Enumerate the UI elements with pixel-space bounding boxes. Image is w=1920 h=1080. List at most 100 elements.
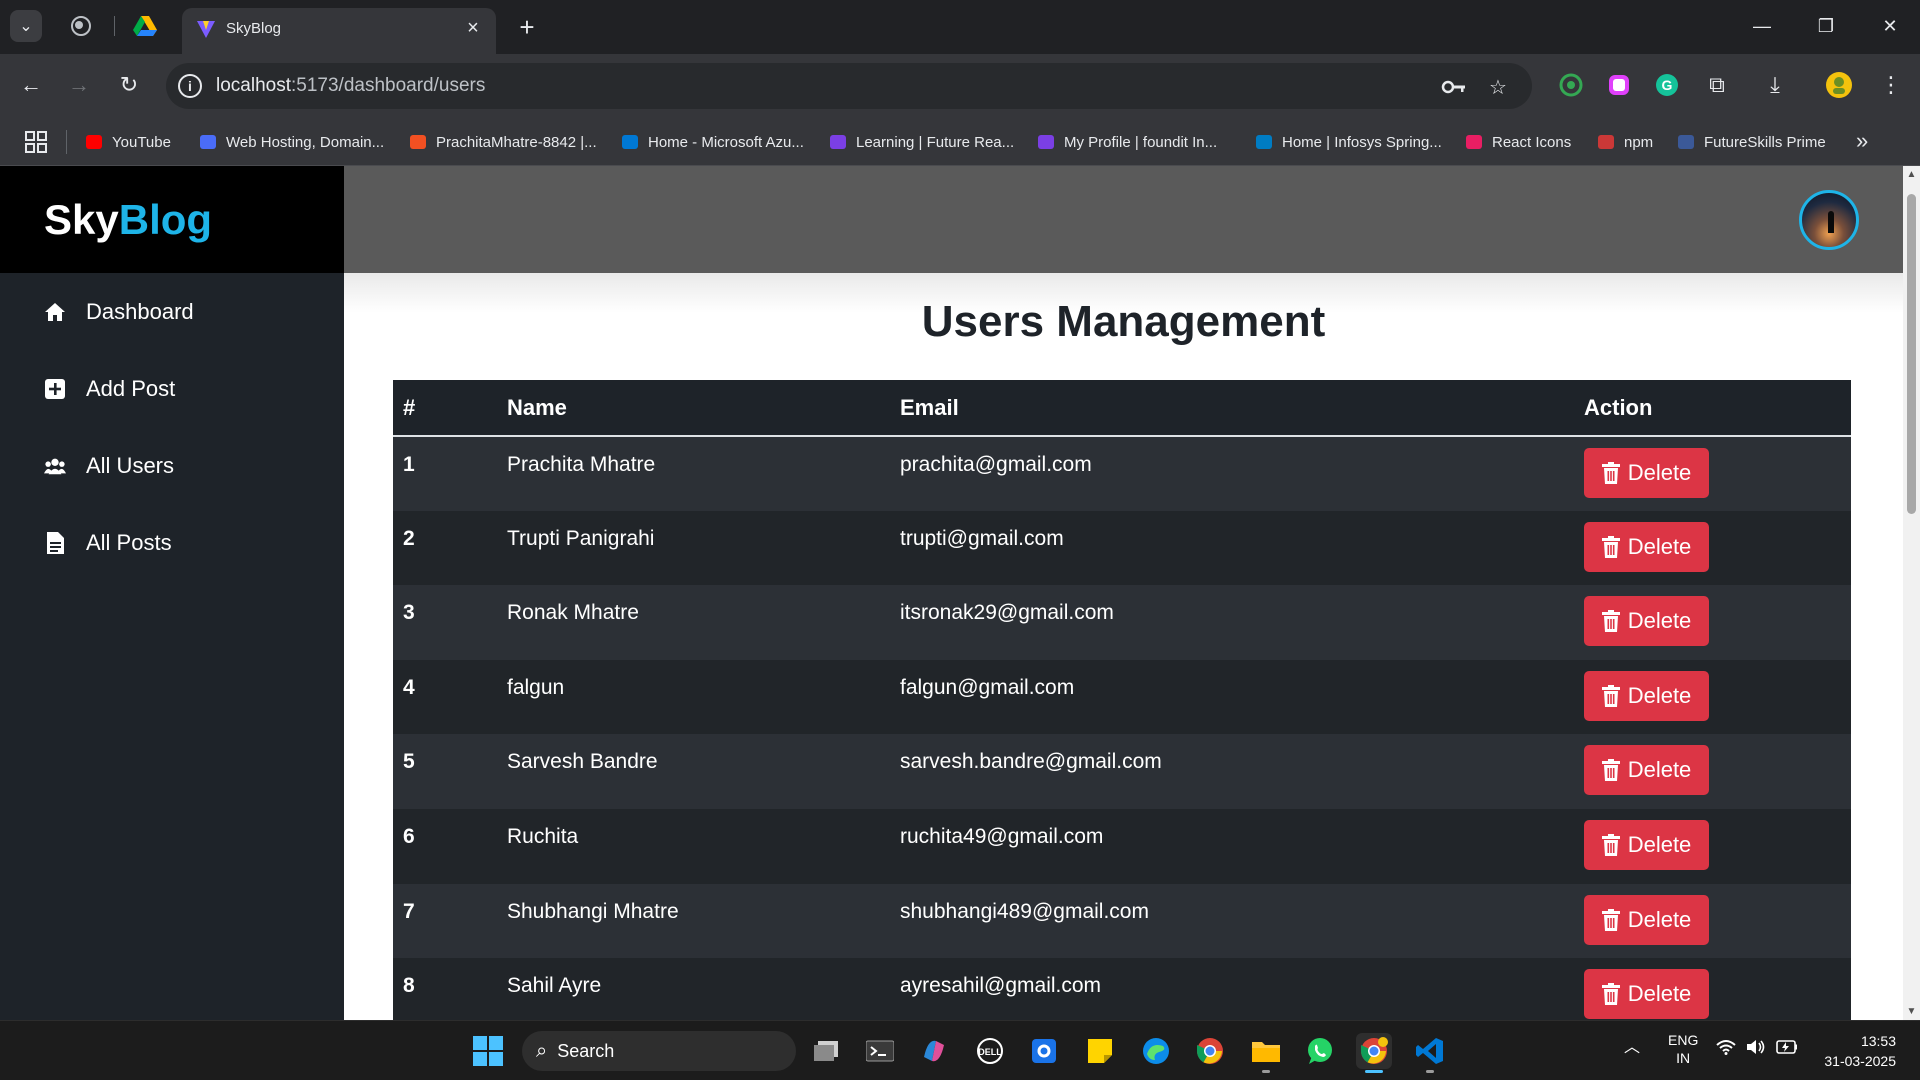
bookmark-item[interactable]: Home | Infosys Spring...: [1254, 130, 1442, 154]
action-cell: Delete: [1574, 883, 1851, 959]
bookmark-label: Home | Infosys Spring...: [1282, 133, 1442, 151]
bookmark-item[interactable]: Web Hosting, Domain...: [198, 130, 384, 154]
bookmark-label: React Icons: [1492, 133, 1572, 151]
file-explorer-icon[interactable]: [1248, 1033, 1284, 1073]
windows-start-icon[interactable]: [470, 1033, 506, 1069]
delete-user-button[interactable]: Delete: [1584, 596, 1709, 647]
tab-search-chevron-icon[interactable]: ⌄: [10, 10, 42, 42]
profile-avatar-icon[interactable]: [1824, 70, 1854, 100]
delete-user-button[interactable]: Delete: [1584, 894, 1709, 945]
delete-user-button[interactable]: Delete: [1584, 448, 1709, 498]
dell-icon[interactable]: DELL: [972, 1033, 1008, 1069]
sidebar-item-add-post[interactable]: Add Post: [44, 369, 324, 409]
tray-chevron-up-icon[interactable]: ︿: [1624, 1033, 1640, 1057]
user-avatar[interactable]: [1799, 190, 1859, 250]
search-icon: ⌕: [536, 1039, 548, 1062]
task-view-icon[interactable]: [808, 1033, 844, 1069]
extension-target-icon[interactable]: [1556, 70, 1586, 100]
bookmark-item[interactable]: Home - Microsoft Azu...: [620, 130, 804, 154]
site-info-icon[interactable]: i: [178, 74, 202, 98]
pinned-tab-globe-icon[interactable]: [68, 13, 94, 39]
restore-icon[interactable]: ❐: [1798, 6, 1854, 46]
close-window-icon[interactable]: ✕: [1862, 6, 1918, 46]
new-tab-plus-icon[interactable]: +: [512, 12, 542, 42]
bookmark-label: Home - Microsoft Azu...: [648, 133, 804, 151]
page-scrollbar[interactable]: ▲ ▼: [1903, 166, 1920, 1020]
tab-close-icon[interactable]: ×: [460, 15, 486, 41]
wifi-icon[interactable]: [1716, 1039, 1736, 1058]
vscode-icon[interactable]: [1412, 1033, 1448, 1073]
delete-user-button[interactable]: Delete: [1584, 521, 1709, 572]
sidebar-item-all-posts[interactable]: All Posts: [44, 523, 324, 563]
region-code: IN: [1676, 1050, 1691, 1066]
back-arrow-icon[interactable]: ←: [14, 68, 48, 102]
windows-taskbar: ⌕ Search DELL ︿ ENG IN 13:53 31-03-2025: [0, 1020, 1920, 1080]
bookmarks-bar: YouTube Web Hosting, Domain... PrachitaMha…: [0, 118, 1920, 166]
scroll-down-arrow-icon[interactable]: ▼: [1906, 1006, 1917, 1017]
apps-grid-icon[interactable]: [24, 130, 48, 154]
trash-icon: [1601, 535, 1620, 558]
clock-date: 31-03-2025: [1824, 1053, 1896, 1069]
language-indicator[interactable]: ENG IN: [1668, 1031, 1698, 1067]
bookmark-star-icon[interactable]: ☆: [1484, 73, 1512, 101]
tab-skyblog[interactable]: SkyBlog ×: [182, 8, 496, 54]
scrollbar-thumb[interactable]: [1907, 194, 1916, 514]
row-number: 2: [393, 510, 497, 586]
delete-user-button[interactable]: Delete: [1584, 819, 1709, 870]
edge-icon[interactable]: [1138, 1033, 1174, 1069]
delete-label: Delete: [1627, 533, 1692, 559]
futureskills-icon: [1676, 132, 1696, 152]
row-number: 7: [393, 883, 497, 959]
terminal-icon[interactable]: [862, 1033, 898, 1069]
delete-user-button[interactable]: Delete: [1584, 745, 1709, 796]
chrome-icon[interactable]: [1192, 1033, 1228, 1069]
bookmark-label: FutureSkills Prime: [1704, 133, 1826, 151]
bookmark-item[interactable]: FutureSkills Prime: [1676, 130, 1826, 154]
taskbar-clock[interactable]: 13:53 31-03-2025: [1824, 1031, 1896, 1071]
settings-app-icon[interactable]: [1026, 1033, 1062, 1069]
bookmark-item[interactable]: React Icons: [1464, 130, 1571, 154]
reload-icon[interactable]: ↻: [112, 68, 146, 102]
user-email: sarvesh.bandre@gmail.com: [890, 734, 1574, 809]
extension-colorful-icon[interactable]: [1604, 70, 1634, 100]
main-content: Users Management # Name Email Action 1 Pr…: [344, 273, 1903, 1020]
row-number: 1: [393, 436, 497, 511]
bookmark-item[interactable]: npm: [1596, 130, 1653, 154]
chrome-profile-icon[interactable]: [1356, 1033, 1392, 1073]
battery-icon[interactable]: [1776, 1040, 1798, 1057]
sidebar-label: All Users: [86, 453, 175, 478]
pinned-tab-google-drive-icon[interactable]: [132, 13, 158, 39]
grammarly-icon[interactable]: G: [1652, 70, 1682, 100]
minimize-icon[interactable]: —: [1734, 6, 1790, 46]
trash-icon: [1601, 684, 1620, 707]
volume-icon[interactable]: [1746, 1039, 1766, 1058]
extensions-puzzle-icon[interactable]: ⧉: [1702, 70, 1732, 100]
forward-arrow-icon[interactable]: →: [62, 68, 96, 102]
taskbar-search[interactable]: ⌕ Search: [522, 1031, 796, 1071]
delete-user-button[interactable]: Delete: [1584, 670, 1709, 721]
brand-logo[interactable]: Sky Blog: [0, 166, 344, 273]
password-key-icon[interactable]: [1440, 73, 1468, 101]
sticky-notes-icon[interactable]: [1082, 1033, 1118, 1069]
address-bar[interactable]: i localhost:5173/dashboard/users ☆: [166, 63, 1532, 109]
language-code: ENG: [1668, 1032, 1699, 1048]
copilot-icon[interactable]: [916, 1033, 952, 1069]
bookmark-item[interactable]: My Profile | foundit In...: [1036, 130, 1217, 154]
column-header-name: Name: [497, 380, 890, 437]
bookmark-label: YouTube: [112, 133, 171, 151]
npm-icon: [1596, 132, 1616, 152]
sidebar-item-dashboard[interactable]: Dashboard: [44, 292, 324, 332]
url-text[interactable]: localhost:5173/dashboard/users: [216, 75, 485, 97]
bookmark-item[interactable]: Learning | Future Rea...: [828, 130, 1014, 154]
delete-user-button[interactable]: Delete: [1584, 969, 1709, 1020]
whatsapp-icon[interactable]: [1302, 1033, 1338, 1069]
bookmark-item[interactable]: PrachitaMhatre-8842 |...: [408, 130, 597, 154]
download-icon[interactable]: ⤓: [1760, 70, 1790, 100]
row-number: 6: [393, 808, 497, 884]
chrome-menu-icon[interactable]: ⋮: [1876, 70, 1906, 100]
more-bookmarks-chevron-icon[interactable]: »: [1856, 128, 1868, 154]
url-host: localhost: [216, 75, 291, 96]
bookmark-item[interactable]: YouTube: [84, 130, 171, 154]
scroll-up-arrow-icon[interactable]: ▲: [1906, 169, 1917, 180]
sidebar-item-all-users[interactable]: All Users: [44, 446, 324, 486]
